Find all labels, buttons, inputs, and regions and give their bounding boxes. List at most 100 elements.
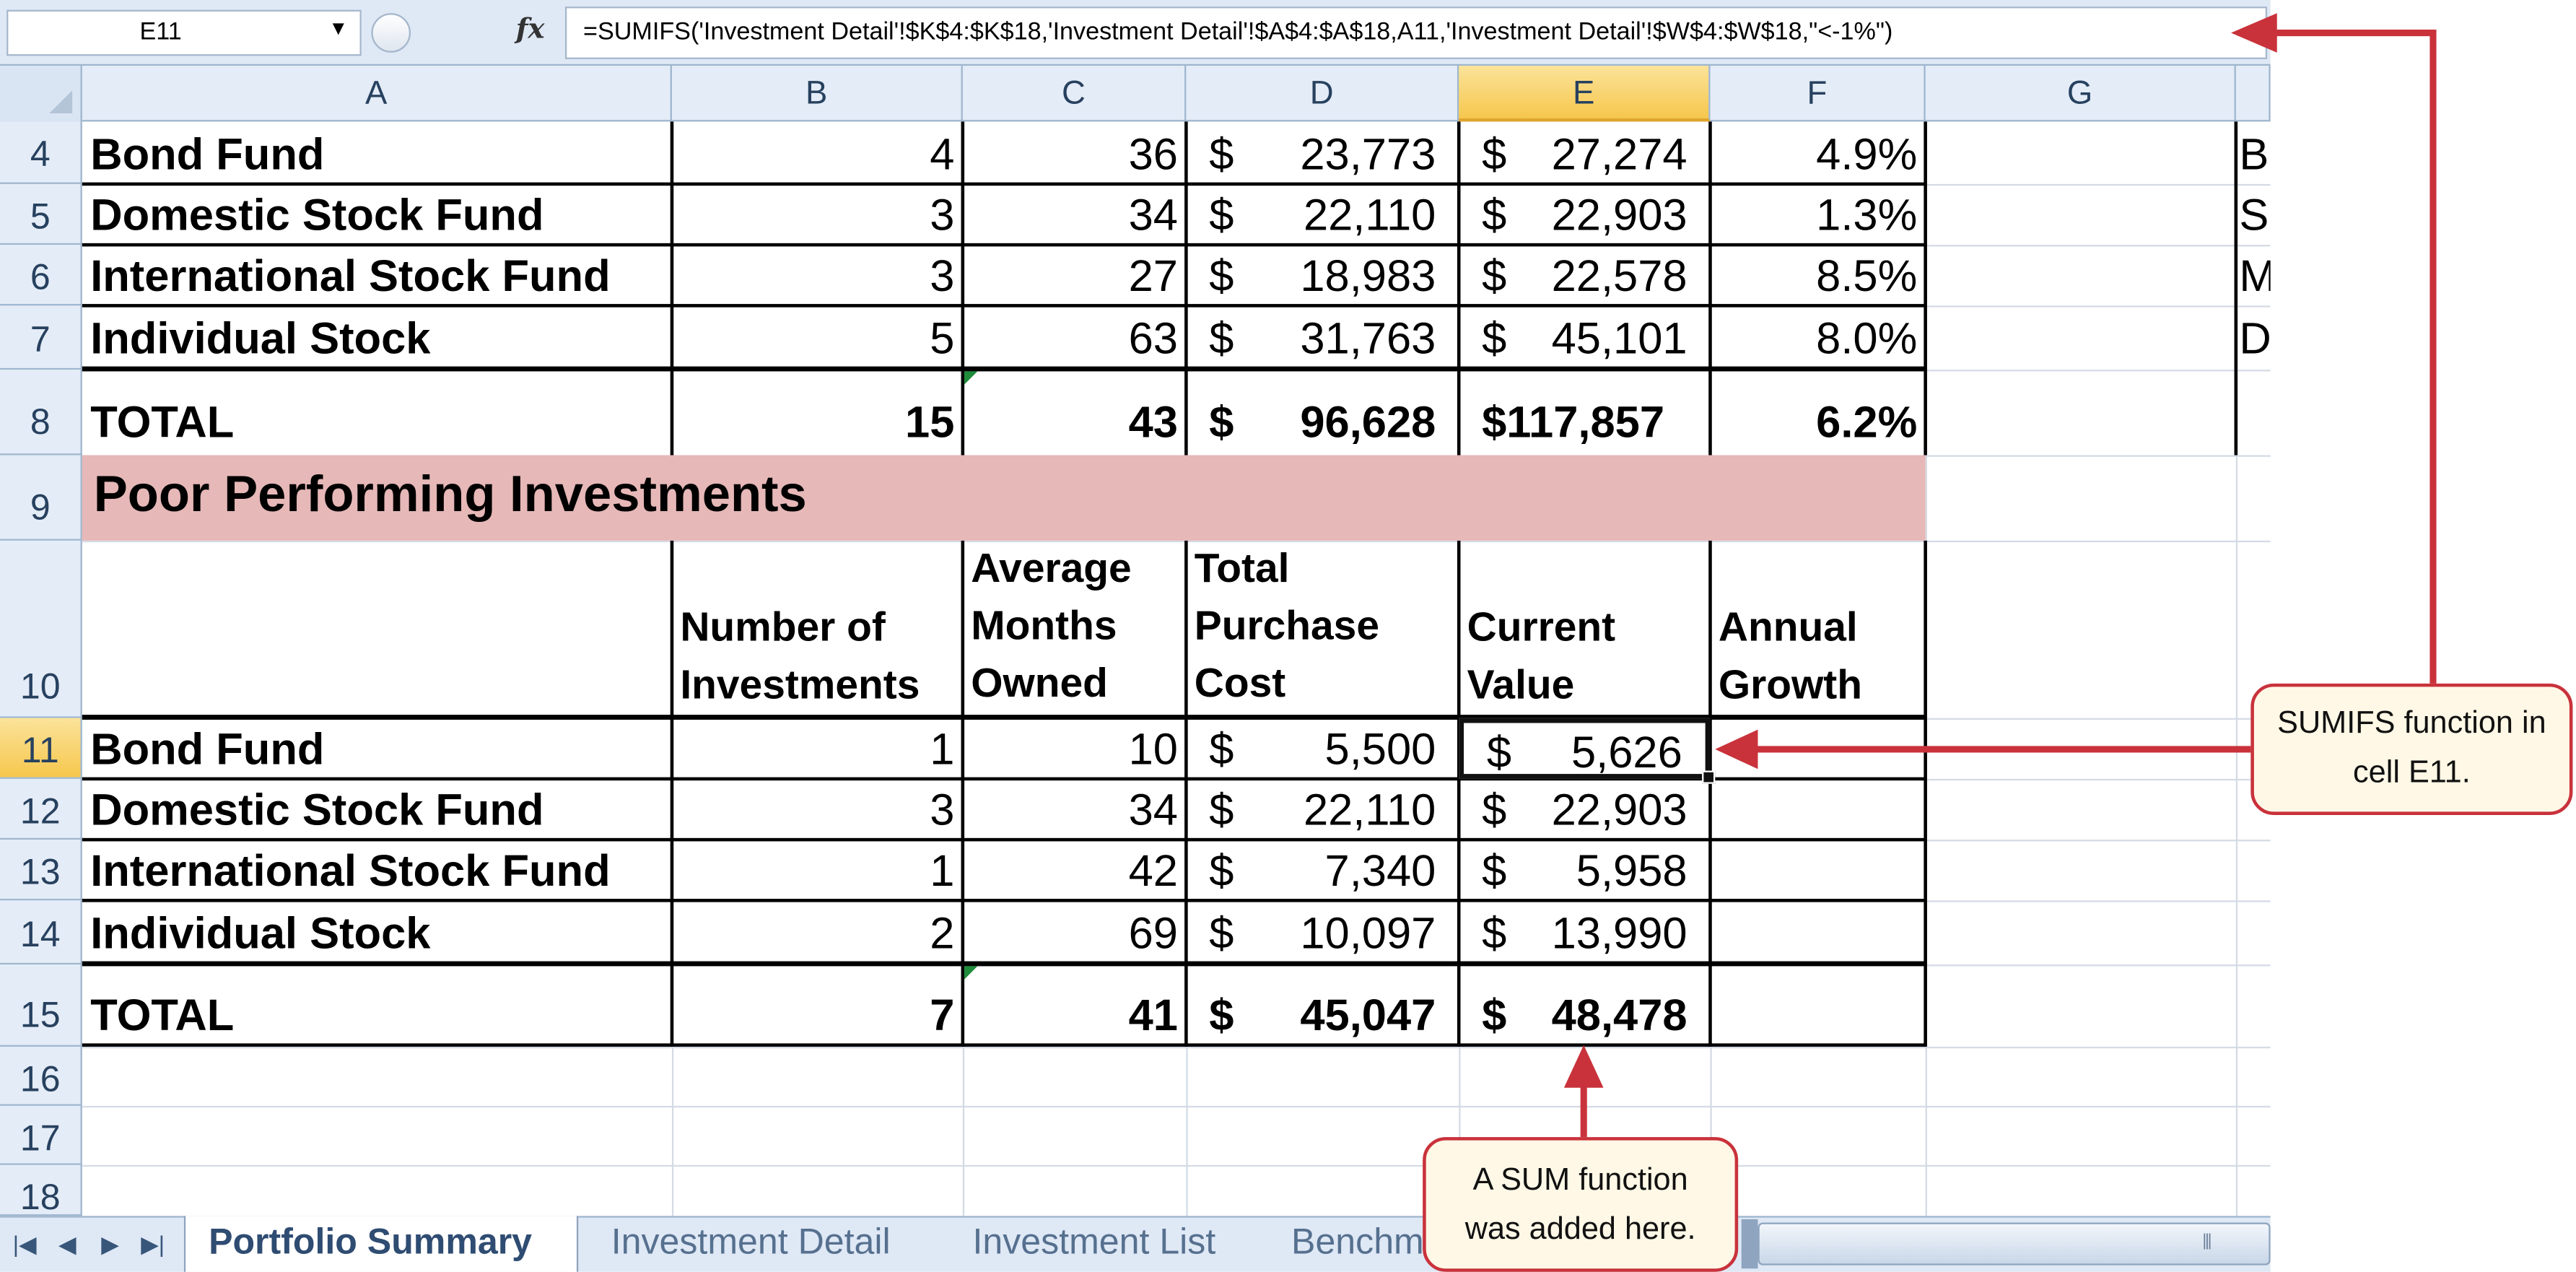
cell-d7[interactable]: $31,763 (1186, 305, 1459, 370)
row-header-18[interactable]: 18 (0, 1164, 82, 1218)
cell-f4[interactable]: 4.9% (1710, 121, 1925, 183)
cell-e13[interactable]: $5,958 (1459, 840, 1710, 900)
cell-a7[interactable]: Individual Stock (82, 305, 672, 370)
column-header-f[interactable]: F (1710, 66, 1926, 122)
cell-c11[interactable]: 10 (963, 718, 1187, 779)
next-sheet-icon[interactable]: ▶ (92, 1227, 128, 1260)
header-total-purchase-cost[interactable]: Total Purchase Cost (1186, 541, 1459, 718)
row-header-14[interactable]: 14 (0, 900, 82, 965)
cell-c15[interactable]: 41 (963, 964, 1187, 1047)
cell-e11-selected[interactable]: $5,626 (1459, 718, 1711, 779)
formula-input[interactable]: =SUMIFS('Investment Detail'!$K$4:$K$18,'… (564, 6, 2268, 59)
cell-b6[interactable]: 3 (672, 245, 963, 305)
row-header-15[interactable]: 15 (0, 964, 82, 1047)
cell-f6[interactable]: 8.5% (1710, 245, 1925, 305)
cell-c13[interactable]: 42 (963, 840, 1187, 900)
previous-sheet-icon[interactable]: ◀ (49, 1227, 85, 1260)
cell-f7[interactable]: 8.0% (1710, 305, 1925, 370)
header-annual-growth[interactable]: Annual Growth (1710, 541, 1925, 718)
cell-b8[interactable]: 15 (672, 370, 963, 455)
cell-d15[interactable]: $45,047 (1186, 964, 1459, 1047)
cell-b5[interactable]: 3 (672, 184, 963, 245)
tab-investment-list[interactable]: Investment List (950, 1216, 1272, 1271)
cell-a8[interactable]: TOTAL (82, 370, 672, 455)
cell-d6[interactable]: $18,983 (1186, 245, 1459, 305)
tab-benchmarks[interactable]: Benchma (1268, 1216, 1433, 1271)
row-header-8[interactable]: 8 (0, 370, 82, 456)
cell-d14[interactable]: $10,097 (1186, 900, 1459, 964)
row-header-4[interactable]: 4 (0, 121, 82, 184)
cell-f5[interactable]: 1.3% (1710, 184, 1925, 245)
column-header-c[interactable]: C (963, 66, 1187, 122)
name-box[interactable]: E11 (6, 9, 362, 56)
cell-c8[interactable]: 43 (963, 370, 1187, 455)
cell-d13[interactable]: $7,340 (1186, 840, 1459, 900)
cell-e4[interactable]: $27,274 (1459, 121, 1710, 183)
row-header-10[interactable]: 10 (0, 540, 82, 718)
cell-d8[interactable]: $96,628 (1186, 370, 1459, 455)
column-header-h[interactable] (2236, 66, 2271, 122)
cell-c5[interactable]: 34 (963, 184, 1187, 245)
cell-d4[interactable]: $23,773 (1186, 121, 1459, 183)
cell-c12[interactable]: 34 (963, 779, 1187, 840)
cell-e8[interactable]: $117,857 (1459, 370, 1710, 455)
cell-d5[interactable]: $22,110 (1186, 184, 1459, 245)
row-header-16[interactable]: 16 (0, 1046, 82, 1106)
cell-e15[interactable]: $48,478 (1459, 964, 1710, 1047)
header-average-months-owned[interactable]: Average Months Owned (963, 541, 1187, 718)
cell-b4[interactable]: 4 (672, 121, 963, 183)
row-header-17[interactable]: 17 (0, 1105, 82, 1165)
cell-c7[interactable]: 63 (963, 305, 1187, 370)
cell-d11[interactable]: $5,500 (1186, 718, 1459, 779)
row-header-12[interactable]: 12 (0, 778, 82, 840)
row-header-7[interactable]: 7 (0, 305, 82, 370)
tab-portfolio-summary[interactable]: Portfolio Summary (183, 1216, 579, 1272)
cell-e6[interactable]: $22,578 (1459, 245, 1710, 305)
cell-b12[interactable]: 3 (672, 779, 963, 840)
cell-e14[interactable]: $13,990 (1459, 900, 1710, 964)
cell-a11[interactable]: Bond Fund (82, 718, 672, 779)
row-header-5[interactable]: 5 (0, 183, 82, 245)
error-indicator-icon[interactable] (964, 371, 978, 385)
cell-b14[interactable]: 2 (672, 900, 963, 964)
cell-d12[interactable]: $22,110 (1186, 779, 1459, 840)
scrollbar-grip-icon[interactable]: ||| (2193, 1232, 2219, 1255)
tab-split-handle[interactable] (1741, 1219, 1758, 1269)
last-sheet-icon[interactable]: ▶| (135, 1227, 171, 1260)
cell-b15[interactable]: 7 (672, 964, 963, 1047)
cell-c14[interactable]: 69 (963, 900, 1187, 964)
cell-f8[interactable]: 6.2% (1710, 370, 1925, 455)
row-header-6[interactable]: 6 (0, 245, 82, 306)
column-header-d[interactable]: D (1186, 66, 1459, 122)
name-box-dropdown-icon[interactable]: ▼ (328, 17, 352, 46)
cell-h7[interactable]: D (2236, 305, 2270, 370)
first-sheet-icon[interactable]: |◀ (6, 1227, 43, 1260)
cell-c6[interactable]: 27 (963, 245, 1187, 305)
cell-h6[interactable]: M (2236, 245, 2270, 305)
cell-c4[interactable]: 36 (963, 121, 1187, 183)
header-number-of-investments[interactable]: Number of Investments (672, 541, 963, 718)
formula-bar-resize-handle[interactable] (371, 13, 411, 53)
row-header-11[interactable]: 11 (0, 718, 82, 779)
column-header-g[interactable]: G (1926, 66, 2236, 122)
cell-b11[interactable]: 1 (672, 718, 963, 779)
cell-b7[interactable]: 5 (672, 305, 963, 370)
cell-a14[interactable]: Individual Stock (82, 900, 672, 964)
header-current-value[interactable]: Current Value (1459, 541, 1710, 718)
cell-a15[interactable]: TOTAL (82, 964, 672, 1047)
insert-function-icon[interactable]: fx (516, 13, 556, 53)
cell-b13[interactable]: 1 (672, 840, 963, 900)
cell-h5[interactable]: S (2236, 184, 2271, 245)
row-header-13[interactable]: 13 (0, 840, 82, 901)
column-header-e[interactable]: E (1459, 66, 1711, 122)
cell-a6[interactable]: International Stock Fund (82, 245, 672, 305)
cell-h4[interactable]: B (2236, 121, 2271, 183)
row-header-9[interactable]: 9 (0, 455, 82, 541)
cell-e5[interactable]: $22,903 (1459, 184, 1710, 245)
cell-a5[interactable]: Domestic Stock Fund (82, 184, 672, 245)
tab-investment-detail[interactable]: Investment Detail (588, 1216, 933, 1271)
column-header-b[interactable]: B (672, 66, 963, 122)
cell-a12[interactable]: Domestic Stock Fund (82, 779, 672, 840)
select-all-button[interactable] (0, 66, 82, 122)
cell-a4[interactable]: Bond Fund (82, 121, 672, 183)
